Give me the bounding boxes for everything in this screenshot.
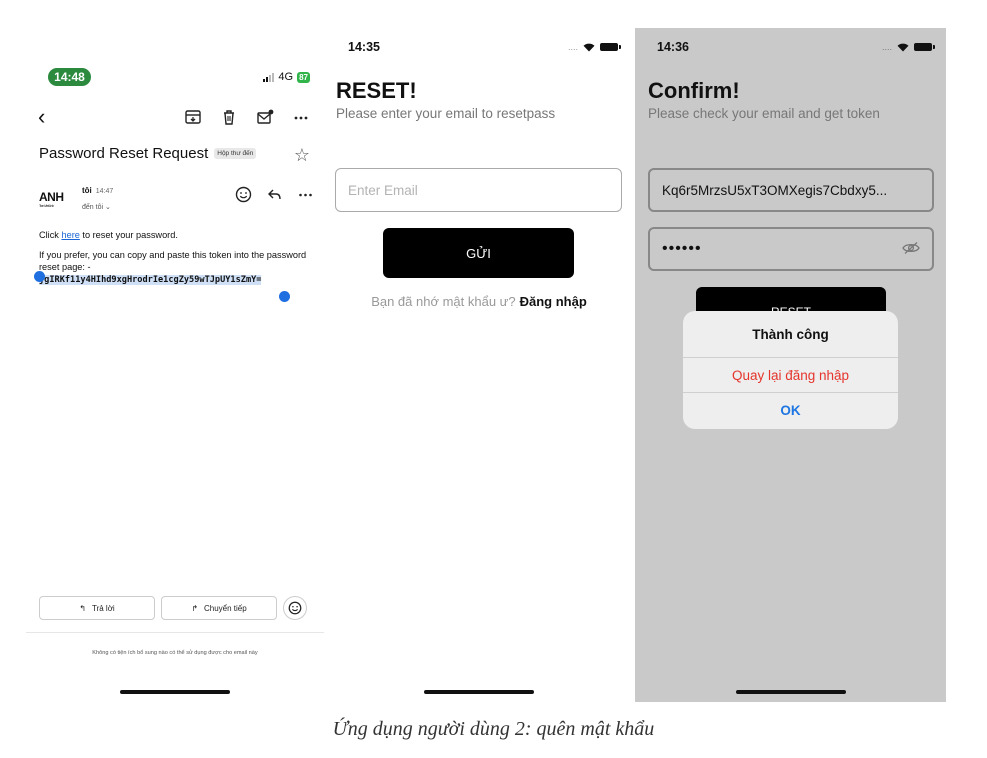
mail-subject-row: Password Reset Request Hộp thư đến (39, 145, 257, 162)
figure-caption: Ứng dụng người dùng 2: quên mật khẩu (332, 718, 655, 740)
selection-handle-end[interactable] (279, 291, 290, 302)
body-text: to reset your password. (79, 230, 178, 240)
sender-row: ANH Tran Viet Anh tôi 14:47 đến tôi ⌄ (39, 186, 314, 216)
mark-unread-icon[interactable] (256, 108, 274, 126)
avatar: ANH Tran Viet Anh (39, 190, 71, 212)
back-icon[interactable]: ‹ (38, 106, 45, 128)
mail-subject: Password Reset Request (39, 145, 209, 162)
status-bar-right: .... (567, 42, 621, 52)
status-bar-right: .... (881, 42, 935, 52)
reply-icon: ↰ (79, 603, 86, 613)
avatar-logo-text: ANH (39, 190, 64, 204)
password-field[interactable]: •••••• (648, 227, 934, 271)
home-indicator[interactable] (120, 690, 230, 694)
body-text: Click (39, 230, 62, 240)
battery-badge: 87 (297, 71, 310, 83)
selection-handle-start[interactable] (34, 271, 45, 282)
signal-dots-icon: .... (567, 42, 578, 52)
home-indicator[interactable] (424, 690, 534, 694)
eye-icon[interactable] (902, 241, 920, 255)
page-title: Confirm! (648, 78, 740, 103)
ok-button[interactable]: OK (683, 393, 898, 428)
signal-icon (263, 72, 275, 82)
login-link[interactable]: Đăng nhập (520, 294, 587, 309)
body-line-prefer: If you prefer, you can copy and paste th… (39, 250, 307, 272)
sender-time: 14:47 (95, 188, 114, 195)
mail-toolbar: ‹ (26, 106, 324, 130)
trash-icon[interactable] (220, 108, 238, 126)
reply-label: Trả lời (91, 603, 115, 613)
inbox-badge[interactable]: Hộp thư đến (214, 148, 257, 159)
star-icon[interactable]: ☆ (294, 145, 310, 166)
status-time: 14:48 (48, 68, 91, 86)
more-icon[interactable] (297, 186, 314, 203)
emoji-button[interactable] (283, 596, 307, 620)
send-button[interactable]: GỬI (383, 228, 574, 278)
sender-name-line: tôi 14:47 (82, 186, 113, 195)
remember-row: Bạn đã nhớ mật khẩu ư? Đăng nhập (326, 294, 632, 309)
back-to-login-button[interactable]: Quay lại đăng nhập (683, 358, 898, 393)
emoji-icon (288, 601, 302, 615)
signal-dots-icon: .... (881, 42, 892, 52)
token-line: jgIRKf11y4HIhd9xgHrodrIe1cgZy59wTJpUY1sZ… (39, 273, 311, 286)
reset-screen: 14:35 .... RESET! Please enter your emai… (326, 28, 632, 702)
alert-title: Thành công (683, 311, 898, 358)
battery-icon (600, 43, 621, 51)
token-field[interactable]: Kq6r5MrzsU5xT3OMXegis7Cbdxy5... (648, 168, 934, 212)
token-selected-text[interactable]: jgIRKf11y4HIhd9xgHrodrIe1cgZy59wTJpUY1sZ… (39, 275, 262, 285)
body-line-click: Click here to reset your password. (39, 229, 311, 241)
reply-icon[interactable] (266, 186, 283, 203)
reset-link[interactable]: here (61, 230, 79, 240)
sender-recipient[interactable]: đến tôi ⌄ (82, 203, 111, 211)
network-label: 4G (278, 71, 294, 83)
wifi-icon (583, 43, 595, 51)
reply-button[interactable]: ↰ Trả lời (39, 596, 155, 620)
sender-actions (235, 186, 314, 203)
page-subtitle: Please check your email and get token (648, 106, 880, 121)
success-alert: Thành công Quay lại đăng nhập OK (683, 311, 898, 429)
avatar-logo-sub: Tran Viet Anh (39, 204, 54, 208)
confirm-screen: 14:36 .... Confirm! Please check your em… (635, 28, 946, 702)
mail-body: Click here to reset your password. If yo… (39, 229, 311, 286)
forward-button[interactable]: ↱ Chuyển tiếp (161, 596, 277, 620)
emoji-react-icon[interactable] (235, 186, 252, 203)
page-title: RESET! (336, 78, 417, 103)
remember-text: Bạn đã nhớ mật khẩu ư? (371, 294, 516, 309)
mail-screen: 14:48 4G 87 ‹ Password Reset Request Hộp… (26, 28, 324, 702)
status-time: 14:36 (657, 40, 689, 54)
battery-icon (914, 43, 935, 51)
password-value: •••••• (662, 240, 702, 257)
forward-label: Chuyển tiếp (204, 603, 247, 613)
status-bar-right: 4G 87 (263, 71, 310, 83)
divider (26, 632, 324, 633)
footer-note: Không có tiện ích bổ sung nào có thể sử … (92, 650, 258, 656)
forward-icon: ↱ (191, 603, 198, 613)
home-indicator[interactable] (735, 690, 846, 694)
wifi-icon (897, 43, 909, 51)
page-subtitle: Please enter your email to resetpass (336, 106, 556, 121)
email-input[interactable] (335, 168, 622, 212)
token-value: Kq6r5MrzsU5xT3OMXegis7Cbdxy5... (662, 182, 888, 198)
archive-icon[interactable] (184, 108, 202, 126)
mail-footer-actions: ↰ Trả lời ↱ Chuyển tiếp (39, 596, 314, 620)
sender-name: tôi (82, 186, 92, 195)
status-time: 14:35 (348, 40, 380, 54)
more-icon[interactable] (292, 108, 310, 126)
